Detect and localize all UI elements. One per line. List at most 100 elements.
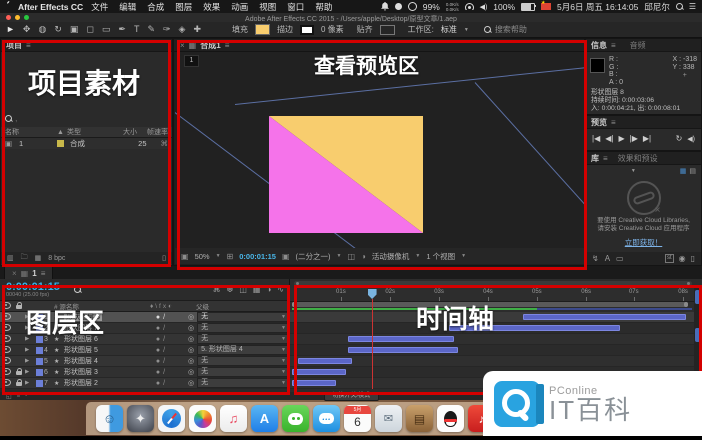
timeline-panel-menu-icon[interactable]: ≡ [41,269,46,278]
parent-dropdown[interactable]: 无▼ [197,323,290,333]
timeline-navigator-bar[interactable] [294,281,692,286]
loop-toggle-icon[interactable]: ↻ [676,134,683,143]
layer-row-6[interactable]: ▶6★形状图层 3●/◎无▼ [0,367,290,378]
search-help-field[interactable]: 搜索帮助 [484,24,527,35]
project-bit-depth[interactable]: 8 bpc [48,255,65,262]
layer-visibility-eye-icon[interactable] [0,379,13,388]
layer-switches[interactable]: ●/ [136,336,188,343]
stroke-label[interactable]: 描边 [277,24,293,35]
layer-expand-arrow-icon[interactable]: ▶ [25,369,34,375]
menubar-username[interactable]: 邱尼尔 [644,1,670,13]
info-panel-menu-icon[interactable]: ≡ [611,41,616,50]
layer-switches[interactable]: ●/ [136,358,188,365]
comp-tab[interactable]: 合成1 [200,40,220,51]
view-dropdown-icon[interactable]: ▼ [461,253,466,259]
layer-duration-bar-4[interactable] [348,347,458,353]
menu-item-编辑[interactable]: 编辑 [119,1,136,13]
new-folder-icon[interactable]: 🗀 [21,253,28,264]
timeline-tab[interactable]: × ▦ 1 ≡ [4,266,53,279]
text-style-icon[interactable]: A [605,254,610,263]
shape-layer-artwork[interactable] [269,116,423,233]
menu-item-文件[interactable]: 文件 [91,1,108,13]
brush-tool-icon[interactable]: ✎ [147,24,155,35]
parent-dropdown[interactable]: 无▼ [197,312,290,322]
layer-row-5[interactable]: ▶5★形状图层 4●/◎无▼ [0,356,290,367]
layer-label-chip[interactable] [34,358,44,365]
menu-item-视图[interactable]: 视图 [259,1,276,13]
pickwhip-icon[interactable]: ◎ [188,324,194,332]
layer-label-chip[interactable] [34,369,44,376]
layer-name[interactable]: 形状图层 4 [64,356,136,366]
column-type[interactable]: 类型 [67,127,105,137]
parent-dropdown[interactable]: 5. 形状图层 4▼ [197,345,290,355]
layer-row-7[interactable]: ▶7★形状图层 2●/◎无▼ [0,378,290,389]
zoom-tool-icon[interactable]: ◍ [38,24,46,35]
column-name[interactable]: 名称 [5,127,57,137]
layer-visibility-eye-icon[interactable] [0,324,13,333]
battery-icon[interactable] [521,3,535,11]
type-tool-icon[interactable]: T [134,24,140,35]
active-camera-value[interactable]: 活动摄像机 [372,251,410,262]
parent-column[interactable]: 父级 [188,301,290,311]
play-button[interactable]: ▶ [618,134,624,143]
zoom-dropdown-icon[interactable]: ▼ [216,253,221,259]
layer-expand-arrow-icon[interactable]: ▶ [25,347,34,353]
layer-duration-bar-3[interactable] [348,336,454,342]
puppet-pin-tool-icon[interactable]: ✚ [193,24,201,35]
menu-item-帮助[interactable]: 帮助 [315,1,332,13]
layer-switches[interactable]: ●/ [136,325,188,332]
layer-visibility-eye-icon[interactable] [0,346,13,355]
last-frame-button[interactable]: ▶| [643,134,651,143]
layer-duration-bar-1[interactable] [523,314,686,320]
scrollbar-thumb[interactable] [695,290,700,304]
resolution-value[interactable]: (二分之一) [296,251,331,262]
comp-flowchart-icon[interactable]: ⌘ [161,139,169,148]
libraries-tab[interactable]: 库 [591,153,599,164]
pen-tool-icon[interactable]: ✒ [118,24,126,35]
dock-icon-launchpad[interactable]: ✦ [127,405,154,432]
motion-blur-icon[interactable]: ◑ [266,285,271,294]
dock-icon-notes[interactable]: ▤ [406,405,433,432]
layer-visibility-eye-icon[interactable] [0,368,13,377]
parent-dropdown[interactable]: 无▼ [197,356,290,366]
graph-editor-icon[interactable]: ∿ [277,285,284,294]
shape-asset-icon[interactable]: ▭ [616,254,624,263]
dock-icon-safari[interactable] [158,405,185,432]
first-frame-button[interactable]: |◀ [592,134,600,143]
transparency-grid-icon[interactable]: ◑ [361,252,366,261]
layer-lock-icon[interactable] [13,368,25,377]
notification-bell-icon[interactable] [381,2,389,11]
view-layout-value[interactable]: 1 个视图 [426,251,455,262]
get-creative-cloud-link[interactable]: 立即获取！ [586,237,701,248]
chat-status-icon[interactable] [395,3,402,10]
volume-percent[interactable]: 100% [493,2,515,12]
timeline-tab-close-icon[interactable]: × [12,269,17,278]
eraser-tool-icon[interactable]: ◈ [179,24,186,35]
camera-tool-icon[interactable]: ▣ [70,24,79,35]
new-composition-icon[interactable]: ▦ [35,254,42,262]
dock-icon-finder[interactable]: ☺ [96,405,123,432]
project-tab[interactable]: 项目 [6,40,22,51]
pan-behind-tool-icon[interactable]: ◻ [86,24,93,35]
selection-tool-icon[interactable]: ► [6,24,15,35]
menu-item-效果[interactable]: 效果 [203,1,220,13]
workspace-value[interactable]: 标准 [441,24,457,35]
layer-label-chip[interactable] [34,347,44,354]
snap-label[interactable]: 贴齐 [357,24,373,35]
layer-visibility-eye-icon[interactable] [0,313,13,322]
shy-layers-icon[interactable]: ◫ [239,285,247,294]
notification-center-icon[interactable]: ☰ [689,2,696,11]
menu-item-图层[interactable]: 图层 [175,1,192,13]
layer-switches[interactable]: ●/ [136,347,188,354]
project-item-row[interactable]: ▣ 1 合成 25 ⌘ [1,138,172,149]
prev-frame-button[interactable]: ◀| [605,134,613,143]
frame-blending-icon[interactable]: ▦ [253,285,261,294]
layer-name[interactable]: 形状图层 3 [64,367,136,377]
scrollbar-thumb[interactable] [695,328,700,342]
effects-presets-tab[interactable]: 效果和预设 [618,153,658,164]
fill-color-swatch[interactable] [255,24,270,35]
apple-menu-icon[interactable] [0,1,14,13]
column-size[interactable]: 大小 [105,127,137,137]
pickwhip-icon[interactable]: ◎ [188,379,194,387]
wifi-icon[interactable] [465,3,474,10]
